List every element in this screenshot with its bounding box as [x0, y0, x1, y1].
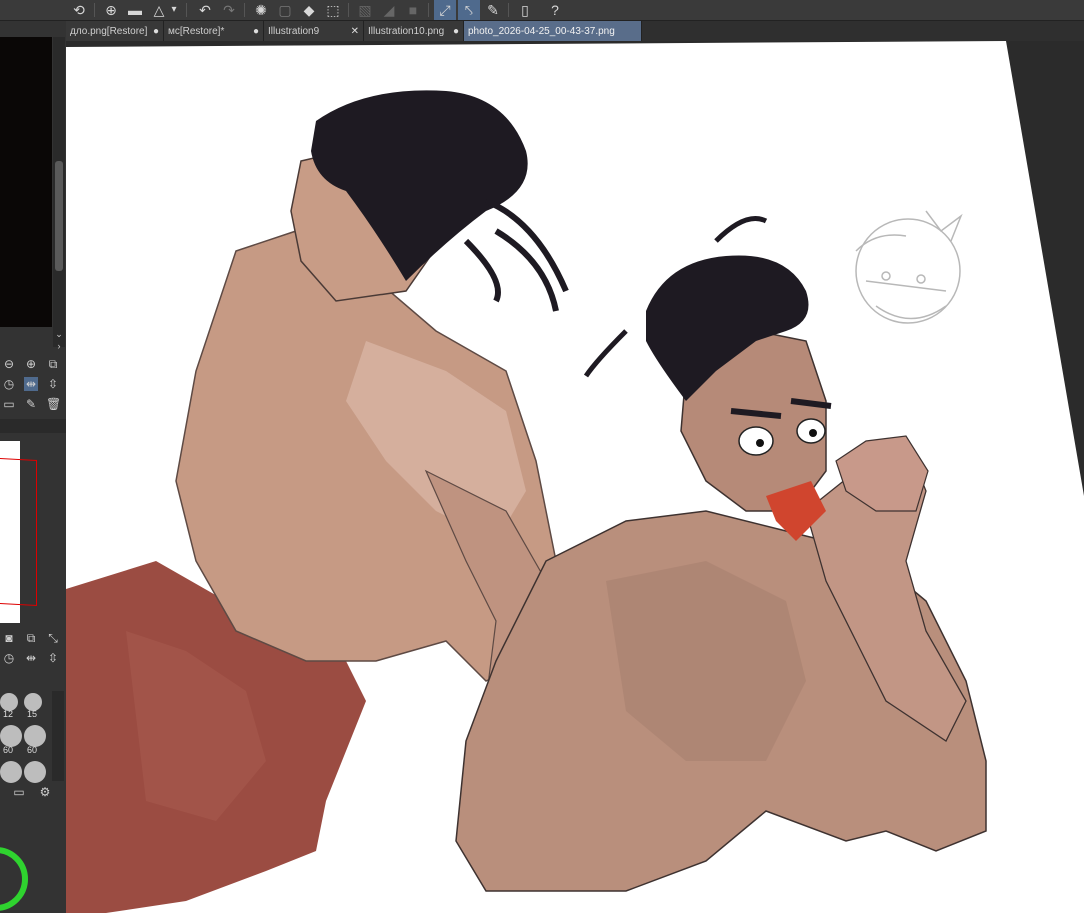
expand-icon[interactable]: ⤡: [46, 631, 60, 645]
document-tab-bar: дло.png[Restore] ● мс[Restore]* ● Illust…: [66, 21, 1084, 41]
loading-icon[interactable]: ✺: [250, 0, 272, 20]
brush-size-option[interactable]: [24, 725, 46, 747]
dropdown-icon[interactable]: ▾: [168, 0, 180, 20]
canvas-area[interactable]: [66, 41, 1084, 913]
brush-size-label: 60: [2, 745, 13, 755]
brush-size-grid: 12 15 60 60: [0, 691, 50, 783]
transform-icon[interactable]: ⬚: [322, 0, 344, 20]
flip-horizontal-icon[interactable]: ⇹: [24, 377, 38, 391]
grid-icon[interactable]: ▧: [354, 0, 376, 20]
tab-label: дло.png[Restore]: [70, 25, 148, 37]
brush-size-label: 60: [26, 745, 37, 755]
edit-icon[interactable]: ✎: [24, 397, 38, 411]
brush-size-option[interactable]: [24, 761, 46, 783]
zoom-out-icon[interactable]: ⊖: [2, 357, 16, 371]
close-icon[interactable]: ✕: [351, 26, 359, 37]
unsaved-dot-icon[interactable]: ●: [153, 26, 159, 37]
toolbar-separator: [94, 3, 95, 17]
settings-icon[interactable]: ⚙: [38, 785, 52, 799]
right-figure-pupil: [756, 439, 764, 447]
navigator-tab-strip[interactable]: [0, 419, 66, 433]
tab-document-5-active[interactable]: photo_2026-04-25_00-43-37.png: [464, 21, 642, 41]
scrollbar-thumb[interactable]: [55, 161, 63, 271]
open-image-icon[interactable]: ▭: [2, 397, 16, 411]
unsaved-dot-icon[interactable]: ●: [453, 26, 459, 37]
reference-preview: [0, 37, 52, 327]
toolbar-separator: [186, 3, 187, 17]
unsaved-dot-icon[interactable]: ●: [253, 26, 259, 37]
trash-icon[interactable]: 🗑: [46, 397, 61, 411]
flip-vertical-icon[interactable]: ⇳: [46, 377, 60, 391]
toolbar-separator: [508, 3, 509, 17]
toolbar-separator: [244, 3, 245, 17]
tab-document-2[interactable]: мс[Restore]* ●: [164, 21, 264, 41]
tab-document-4[interactable]: Illustration10.png ●: [364, 21, 464, 41]
device-icon[interactable]: ▯: [514, 0, 536, 20]
tab-label: мс[Restore]*: [168, 25, 225, 37]
right-figure-eye: [738, 426, 774, 456]
brush-size-label: 15: [26, 709, 37, 719]
brush-size-option[interactable]: [0, 725, 22, 747]
clear-icon[interactable]: ▢: [274, 0, 296, 20]
pen-ruler-icon[interactable]: ✎: [482, 0, 504, 20]
snap-curve-icon[interactable]: ⤣: [458, 0, 480, 20]
left-panel: ⌄ › ⊖ ⊕ ⧉ ◷ ⇹ ⇳ ▭ ✎ 🗑 ◙ ⧉ ⤡ ◷ ⇹ ⇳ 12 15 …: [0, 21, 66, 913]
panel-tab-icon[interactable]: ▭: [12, 785, 26, 799]
redo-icon[interactable]: ↷: [218, 0, 240, 20]
rotate-icon[interactable]: ◷: [2, 377, 16, 391]
undo-icon[interactable]: ↶: [194, 0, 216, 20]
navigator-viewport-frame[interactable]: [0, 458, 37, 606]
rotate-icon[interactable]: ◷: [2, 651, 16, 665]
tab-label: Illustration9: [268, 25, 320, 37]
main-toolbar: ⟲ ⊕ ▬ △ ▾ ↶ ↷ ✺ ▢ ◆ ⬚ ▧ ◢ ■ ⤢ ⤣ ✎ ▯ ?: [0, 0, 1084, 21]
fill-icon[interactable]: ◆: [298, 0, 320, 20]
chevron-right-icon[interactable]: ›: [52, 339, 66, 353]
brush-scrollbar[interactable]: [52, 691, 64, 781]
tab-document-3[interactable]: Illustration9 ✕: [264, 21, 364, 41]
snap-ruler-icon[interactable]: ⤢: [434, 0, 456, 20]
color-wheel[interactable]: [0, 847, 28, 911]
flip-vertical-icon[interactable]: ⇳: [46, 651, 60, 665]
ruler-icon[interactable]: ◢: [378, 0, 400, 20]
save-icon[interactable]: △: [148, 0, 170, 20]
tab-label: Illustration10.png: [368, 25, 445, 37]
app-logo-icon[interactable]: ⟲: [68, 0, 90, 20]
brush-size-label: 12: [2, 709, 13, 719]
zoom-in-icon[interactable]: ⊕: [24, 357, 38, 371]
brush-size-option[interactable]: [0, 761, 22, 783]
stop-icon[interactable]: ◙: [2, 631, 16, 645]
tab-document-1[interactable]: дло.png[Restore] ●: [66, 21, 164, 41]
right-figure-pupil: [809, 429, 817, 437]
fit-icon[interactable]: ⧉: [46, 357, 60, 371]
snap-icon[interactable]: ■: [402, 0, 424, 20]
toolbar-separator: [428, 3, 429, 17]
layers-icon[interactable]: ⧉: [24, 631, 38, 645]
artwork-canvas[interactable]: [66, 41, 1084, 913]
open-folder-icon[interactable]: ▬: [124, 0, 146, 20]
tab-label: photo_2026-04-25_00-43-37.png: [468, 25, 615, 37]
toolbar-separator: [348, 3, 349, 17]
flip-horizontal-icon[interactable]: ⇹: [24, 651, 38, 665]
new-file-icon[interactable]: ⊕: [100, 0, 122, 20]
help-icon[interactable]: ?: [544, 0, 566, 20]
